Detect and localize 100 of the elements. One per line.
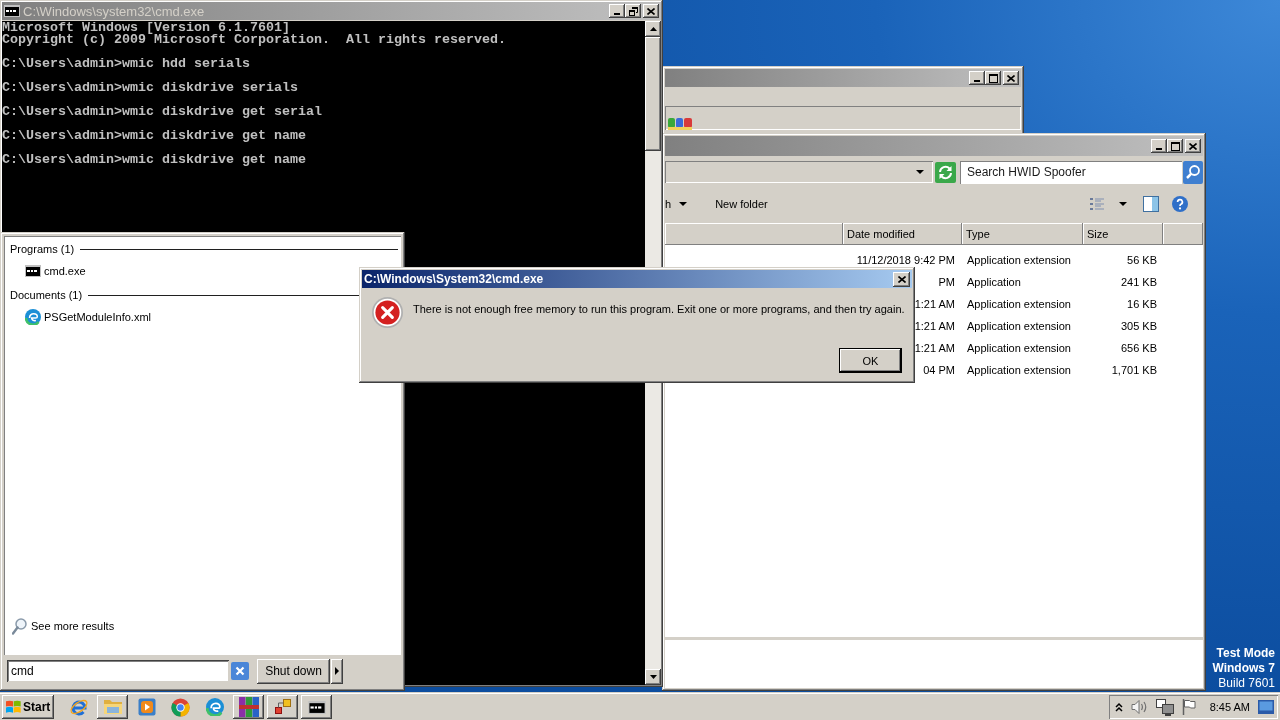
ok-button[interactable]: OK	[840, 349, 901, 372]
result-item[interactable]: cmd.exe	[10, 260, 90, 282]
search-button[interactable]	[1183, 160, 1203, 184]
shut-down-button[interactable]: Shut down	[257, 658, 330, 684]
search-icon	[1183, 160, 1203, 184]
date-cell: 1:21 AM	[914, 298, 955, 310]
close-icon	[1007, 74, 1015, 82]
tricolor-circle-icon	[171, 697, 190, 717]
type-cell: Application extension	[967, 364, 1071, 376]
taskbar-button[interactable]	[97, 695, 128, 719]
size-cell: 16 KB	[1127, 298, 1157, 310]
error-icon	[372, 297, 403, 328]
type-cell: Application extension	[967, 342, 1071, 354]
column-header[interactable]	[665, 223, 843, 245]
speaker-icon[interactable]	[1130, 699, 1148, 715]
folder-icon	[102, 699, 123, 715]
see-more-link[interactable]: See more results	[10, 616, 119, 636]
date-cell: 11/12/2018 9:42 PM	[856, 254, 955, 266]
notice-line: Test Mode	[1216, 646, 1275, 661]
search-field[interactable]: cmd	[7, 660, 229, 682]
minimize-icon	[974, 80, 980, 82]
size-cell: 241 KB	[1120, 276, 1157, 288]
date-cell: 04 PM	[923, 364, 955, 376]
console-line: C:\Users\admin>wmic hdd serials	[2, 58, 250, 70]
scroll-thumb[interactable]	[645, 37, 661, 151]
minimize-icon	[1156, 148, 1162, 150]
size-cell: 56 KB	[1127, 254, 1157, 266]
maximize-icon	[1170, 141, 1180, 151]
minimize-icon	[614, 13, 620, 15]
window-title: C:\Windows\system32\cmd.exe	[23, 3, 205, 19]
search-icon	[12, 617, 27, 635]
console-icon	[307, 700, 326, 714]
caret-down-icon[interactable]	[1119, 202, 1127, 206]
shut-down-options-button[interactable]	[331, 658, 343, 684]
console-line: Copyright (c) 2009 Microsoft Corporation. All rights reserved.	[2, 34, 506, 46]
console-line: C:\Users\admin>wmic diskdrive get serial	[2, 106, 322, 118]
e-logo-icon	[68, 697, 89, 717]
size-cell: 305 KB	[1120, 320, 1157, 332]
console-line: C:\Users\admin>wmic diskdrive get name	[2, 130, 306, 142]
notice-line: Windows 7	[1212, 661, 1275, 676]
refresh-icon	[935, 161, 956, 183]
scroll-up-button[interactable]	[645, 21, 661, 37]
caret-down-icon	[649, 675, 657, 679]
column-header[interactable]	[1163, 223, 1203, 245]
console-line: C:\Users\admin>wmic diskdrive get name	[2, 154, 306, 166]
close-button[interactable]	[893, 271, 910, 287]
column-header[interactable]: Type	[962, 223, 1083, 245]
list-view-icon[interactable]	[1090, 197, 1104, 211]
play-icon	[137, 698, 156, 716]
chevron-up-icon[interactable]	[1114, 702, 1123, 712]
help-icon[interactable]	[1172, 196, 1188, 212]
search-field[interactable]: Search HWID Spoofer	[960, 160, 1182, 184]
preview-pane-icon[interactable]	[1143, 196, 1159, 212]
size-cell: 1,701 KB	[1111, 364, 1157, 376]
windows-logo-icon	[5, 700, 21, 714]
close-icon	[1189, 142, 1197, 150]
type-cell: Application extension	[967, 298, 1071, 310]
type-cell: Application	[967, 276, 1021, 288]
taskbar-button[interactable]	[233, 695, 264, 719]
type-cell: Application extension	[967, 254, 1071, 266]
console-line: C:\Users\admin>wmic diskdrive serials	[2, 82, 298, 94]
network-icon[interactable]	[1155, 698, 1174, 716]
menu-button[interactable]: h	[665, 193, 696, 215]
clock: 8:45 AM	[1209, 701, 1250, 713]
date-cell: 1:21 AM	[914, 342, 955, 354]
close-icon	[647, 7, 655, 15]
e-circle-icon	[25, 309, 41, 325]
color-stripes-icon	[238, 697, 259, 717]
size-cell: 656 KB	[1120, 342, 1157, 354]
error-message: There is not enough free memory to run this program. Exit one or more programs, and then try again.	[413, 303, 905, 315]
notice-line: Build 7601	[1218, 676, 1275, 691]
caret-right-icon	[335, 667, 339, 675]
console-line: Microsoft Windows [Version 6.1.7601]	[2, 22, 290, 34]
flag-icon[interactable]	[1181, 699, 1196, 715]
refresh-button[interactable]	[935, 161, 956, 183]
taskbar-button[interactable]	[267, 695, 298, 719]
taskbar-button[interactable]	[301, 695, 332, 719]
group-heading: Documents (1)	[10, 289, 83, 301]
toolbar-button[interactable]: New folder	[707, 193, 776, 215]
result-item[interactable]: PSGetModuleInfo.xml	[10, 306, 155, 328]
group-heading: Programs (1)	[10, 243, 75, 255]
dialog-title: C:\Windows\System32\cmd.exe	[364, 272, 544, 286]
address-field[interactable]	[665, 161, 933, 183]
maximize-icon	[988, 73, 998, 83]
caret-down-icon[interactable]	[916, 170, 924, 174]
restore-icon	[628, 6, 638, 16]
column-header[interactable]: Date modified	[843, 223, 962, 245]
colored-blocks-icon[interactable]	[668, 117, 692, 130]
e-circle-icon	[205, 698, 224, 716]
clear-search-button[interactable]	[231, 662, 249, 680]
squares-icon	[274, 699, 291, 715]
type-cell: Application extension	[967, 320, 1071, 332]
date-cell: 1:21 AM	[914, 320, 955, 332]
scroll-down-button[interactable]	[645, 669, 661, 685]
caret-down-icon	[679, 202, 688, 206]
close-icon	[897, 275, 906, 283]
console-icon	[25, 265, 41, 277]
start-button[interactable]: Start	[2, 695, 54, 719]
column-header[interactable]: Size	[1083, 223, 1163, 245]
caret-up-icon	[649, 27, 657, 31]
